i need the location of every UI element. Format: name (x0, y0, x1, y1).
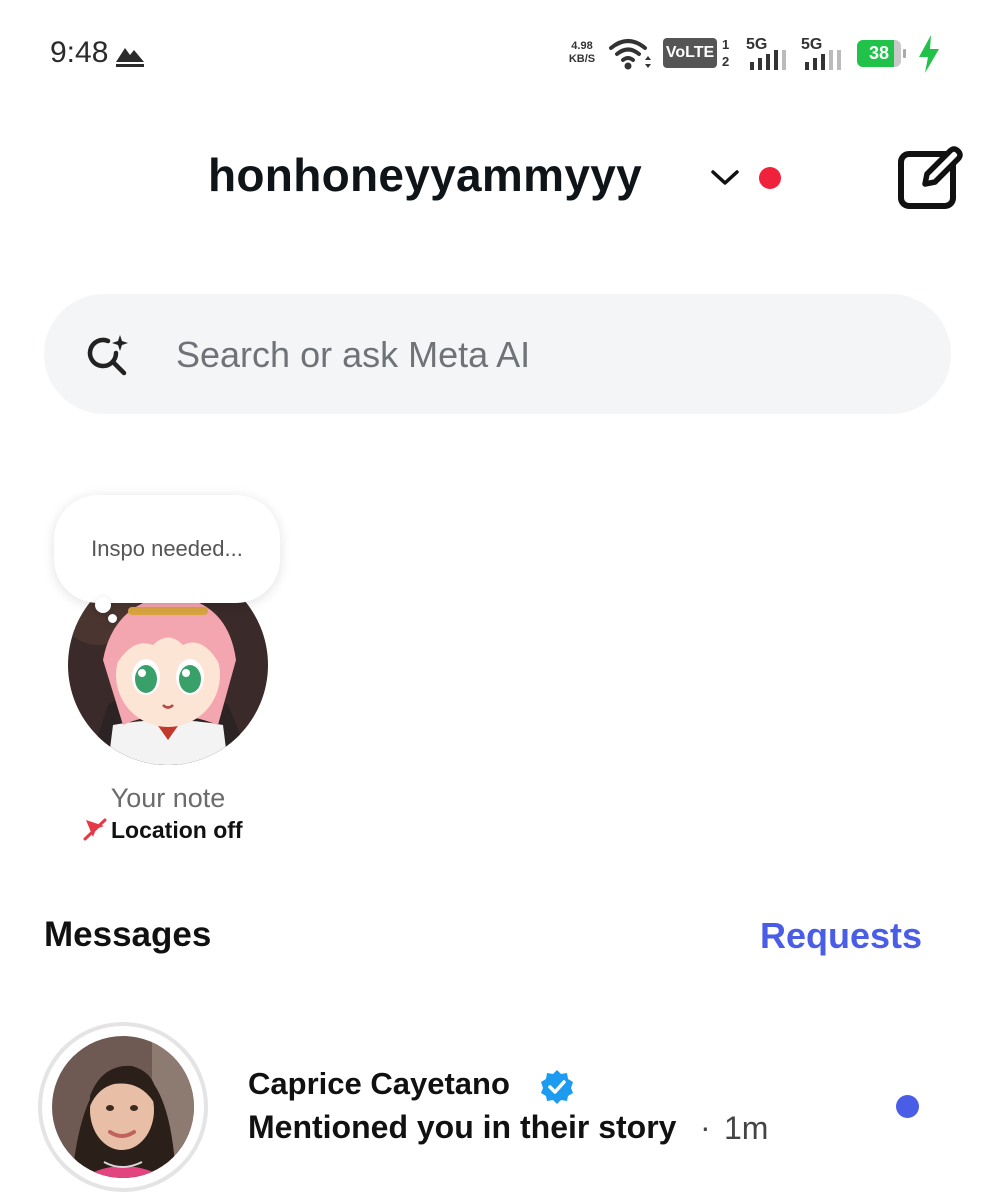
requests-link[interactable]: Requests (760, 915, 922, 957)
meta-ai-search-icon (87, 335, 128, 376)
thread-timestamp: 1m (724, 1110, 769, 1146)
signal-icon (805, 50, 841, 70)
network-5g-1: 5G (746, 36, 790, 72)
verified-badge-icon (541, 1070, 573, 1104)
volte-badge: VoLTE (663, 38, 717, 68)
note-bubble-tail-small (108, 614, 117, 623)
signal-icon (750, 50, 786, 70)
account-switcher-username[interactable]: honhoneyyammyyy (208, 148, 642, 202)
search-input[interactable] (176, 328, 876, 382)
thread-separator: · (700, 1109, 711, 1145)
messages-heading: Messages (44, 915, 212, 954)
status-time: 9:48 (50, 36, 109, 69)
location-off-icon (83, 818, 107, 841)
network-speed-value: 4.98 (571, 40, 593, 52)
notification-dot (759, 167, 781, 189)
location-status: Location off (111, 817, 243, 843)
avatar[interactable] (52, 1036, 194, 1178)
battery-percent: 38 (868, 43, 890, 63)
mountain-icon (116, 48, 144, 67)
network-speed: 4.98 KB/S (566, 40, 598, 66)
sim-slot-2: 2 (722, 54, 730, 69)
thread-name: Caprice Cayetano (248, 1066, 510, 1101)
unread-indicator (896, 1095, 919, 1118)
note-text: Inspo needed... (91, 536, 243, 561)
chevron-down-icon[interactable] (708, 165, 742, 189)
charging-bolt-icon (919, 35, 939, 73)
sim-slots: 1 2 (722, 36, 729, 70)
network-speed-unit: KB/S (568, 53, 596, 65)
compose-icon[interactable] (895, 140, 965, 210)
profile-photo (52, 1036, 194, 1178)
sim-slot-1: 1 (722, 37, 730, 52)
network-5g-2: 5G (801, 36, 845, 72)
wifi-icon (609, 39, 651, 70)
thread-preview: Mentioned you in their story (248, 1109, 677, 1145)
note-bubble-tail (95, 597, 111, 613)
battery-icon: 38 (857, 40, 907, 67)
your-note-label: Your note (110, 783, 226, 813)
